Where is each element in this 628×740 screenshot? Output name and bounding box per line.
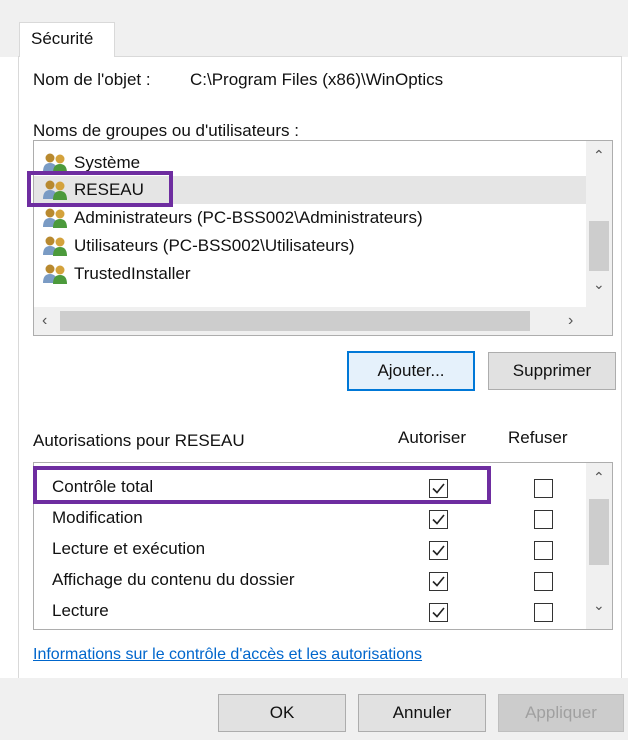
groups-label: Noms de groupes ou d'utilisateurs : bbox=[33, 121, 299, 140]
remove-button-label: Supprimer bbox=[512, 361, 592, 380]
ok-button-label: OK bbox=[269, 703, 295, 722]
allow-checkbox[interactable] bbox=[429, 603, 448, 622]
users-icon bbox=[42, 235, 68, 257]
permission-row: Modification bbox=[34, 504, 594, 535]
remove-button[interactable]: Supprimer bbox=[488, 352, 616, 390]
full-control-highlight-box bbox=[33, 466, 491, 504]
permission-label: Lecture et exécution bbox=[52, 539, 206, 558]
groups-listbox[interactable]: Système RESEAU Administrateurs (PC-BSS00… bbox=[33, 140, 613, 336]
permission-row: Lecture et exécution bbox=[34, 535, 594, 566]
list-item-label: TrustedInstaller bbox=[74, 264, 191, 283]
permission-row: Affichage du contenu du dossier bbox=[34, 566, 594, 597]
groups-vertical-scrollbar[interactable]: ⌃ ⌄ bbox=[586, 141, 612, 307]
deny-checkbox[interactable] bbox=[534, 510, 553, 529]
scroll-up-icon[interactable]: ⌃ bbox=[593, 147, 605, 164]
deny-checkbox[interactable] bbox=[534, 541, 553, 560]
users-icon bbox=[42, 263, 68, 285]
allow-checkbox[interactable] bbox=[429, 541, 448, 560]
cancel-button-label: Annuler bbox=[392, 703, 452, 722]
reseau-highlight-box bbox=[27, 171, 173, 207]
permissions-vertical-scrollbar[interactable]: ⌃ ⌄ bbox=[586, 463, 612, 629]
scroll-left-icon[interactable]: ‹ bbox=[42, 312, 47, 330]
tab-security[interactable]: Sécurité bbox=[19, 22, 115, 57]
scroll-down-icon[interactable]: ⌄ bbox=[593, 276, 605, 293]
add-button-label: Ajouter... bbox=[377, 361, 445, 380]
add-button[interactable]: Ajouter... bbox=[347, 351, 475, 391]
list-item-administrateurs[interactable]: Administrateurs (PC-BSS002\Administrateu… bbox=[42, 204, 423, 232]
list-item-trustedinstaller[interactable]: TrustedInstaller bbox=[42, 260, 191, 288]
list-item-label: Administrateurs (PC-BSS002\Administrateu… bbox=[74, 208, 423, 227]
permission-label: Modification bbox=[52, 508, 143, 527]
allow-column-header: Autoriser bbox=[398, 428, 467, 447]
scroll-up-icon[interactable]: ⌃ bbox=[593, 469, 605, 486]
permission-row: Lecture bbox=[34, 597, 594, 628]
access-control-info-link[interactable]: Informations sur le contrôle d'accès et … bbox=[33, 646, 422, 664]
permissions-label: Autorisations pour RESEAU bbox=[33, 431, 245, 450]
permission-label: Lecture bbox=[52, 601, 109, 620]
object-name-label: Nom de l'objet : bbox=[33, 70, 151, 89]
list-item-label: Utilisateurs (PC-BSS002\Utilisateurs) bbox=[74, 236, 355, 255]
allow-checkbox[interactable] bbox=[429, 572, 448, 591]
users-icon bbox=[42, 207, 68, 229]
permission-label: Affichage du contenu du dossier bbox=[52, 570, 295, 589]
allow-checkbox[interactable] bbox=[429, 510, 448, 529]
deny-checkbox[interactable] bbox=[534, 603, 553, 622]
scroll-right-icon[interactable]: › bbox=[568, 312, 573, 330]
deny-checkbox[interactable] bbox=[534, 479, 553, 498]
groups-horizontal-scrollbar[interactable]: ‹ › bbox=[34, 307, 612, 335]
deny-checkbox[interactable] bbox=[534, 572, 553, 591]
scroll-thumb[interactable] bbox=[60, 311, 530, 331]
list-item-label: Système bbox=[74, 153, 141, 172]
object-name-value: C:\Program Files (x86)\WinOptics bbox=[190, 70, 444, 89]
scroll-thumb[interactable] bbox=[589, 499, 609, 565]
apply-button-label: Appliquer bbox=[525, 703, 597, 722]
deny-column-header: Refuser bbox=[508, 428, 568, 447]
apply-button[interactable]: Appliquer bbox=[498, 694, 624, 732]
scroll-down-icon[interactable]: ⌄ bbox=[593, 597, 605, 614]
tab-security-label: Sécurité bbox=[31, 29, 94, 48]
scroll-thumb[interactable] bbox=[589, 221, 609, 271]
list-item-utilisateurs[interactable]: Utilisateurs (PC-BSS002\Utilisateurs) bbox=[42, 232, 355, 260]
cancel-button[interactable]: Annuler bbox=[358, 694, 486, 732]
ok-button[interactable]: OK bbox=[218, 694, 346, 732]
